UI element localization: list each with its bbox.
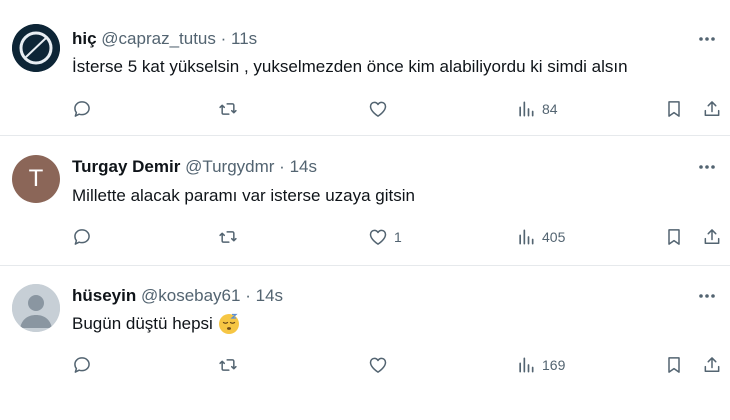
username[interactable]: @capraz_tutus [101, 29, 216, 48]
share-icon [704, 101, 720, 116]
retweet-icon [219, 231, 237, 243]
tweet-header: Turgay Demir @Turgydmr · 14s [72, 157, 317, 177]
tweet-text: Bugün düştü hepsi [72, 314, 213, 333]
reply-button[interactable] [72, 97, 92, 121]
reply-icon [74, 229, 90, 245]
like-button[interactable] [368, 97, 394, 121]
views-button[interactable]: 169 [516, 353, 565, 377]
view-count: 84 [542, 101, 558, 117]
tweet-text: İsterse 5 kat yükselsin , yukselmezden ö… [72, 57, 628, 76]
bookmark-button[interactable] [664, 97, 684, 121]
like-icon [369, 229, 387, 245]
bookmark-icon [668, 357, 680, 373]
avatar[interactable]: T [12, 155, 60, 203]
views-button[interactable]: 405 [516, 225, 565, 249]
views-icon [519, 229, 534, 245]
tweet-actions: 1 405 [72, 225, 722, 249]
separator-dot: · [220, 29, 227, 48]
share-button[interactable] [702, 353, 722, 377]
like-button[interactable]: 1 [368, 225, 402, 249]
timestamp[interactable]: 11s [231, 29, 257, 48]
retweet-icon [219, 359, 237, 371]
separator-dot: · [279, 157, 285, 176]
avatar[interactable] [12, 24, 60, 72]
retweet-button[interactable] [218, 353, 238, 377]
bookmark-button[interactable] [664, 353, 684, 377]
avatar-letter: T [28, 165, 44, 192]
tweet-feed: hiç @capraz_tutus · 11s İsterse 5 kat yü… [0, 0, 730, 420]
reply-icon [74, 357, 90, 373]
more-icon[interactable] [696, 157, 718, 177]
avatar[interactable] [12, 284, 60, 332]
view-count: 405 [542, 229, 566, 245]
separator-dot: · [245, 286, 251, 305]
timestamp[interactable]: 14s [256, 286, 283, 305]
share-button[interactable] [702, 97, 722, 121]
tweet-actions: 84 [72, 97, 722, 121]
views-button[interactable]: 84 [516, 97, 558, 121]
like-count: 1 [394, 229, 402, 245]
bookmark-icon [668, 229, 680, 245]
tweet-actions: 169 [72, 353, 722, 377]
bookmark-icon [668, 101, 680, 117]
retweet-button[interactable] [218, 97, 238, 121]
timestamp[interactable]: 14s [290, 157, 317, 176]
username[interactable]: @Turgydmr [185, 157, 274, 176]
views-icon [519, 101, 534, 117]
retweet-button[interactable] [218, 225, 238, 249]
reply-icon [74, 101, 90, 117]
retweet-icon [219, 103, 237, 115]
display-name[interactable]: hüseyin [72, 286, 136, 305]
like-icon [369, 101, 387, 117]
reply-button[interactable] [72, 353, 92, 377]
bookmark-button[interactable] [664, 225, 684, 249]
tweet-text-row: Bugün düştü hepsi [72, 313, 240, 335]
share-icon [704, 357, 720, 372]
like-button[interactable] [368, 353, 394, 377]
more-icon[interactable] [696, 286, 718, 306]
tweet-header: hüseyin @kosebay61 · 14s [72, 286, 283, 306]
like-icon [369, 357, 387, 373]
tweet-text: Millette alacak paramı var isterse uzaya… [72, 186, 415, 205]
reply-button[interactable] [72, 225, 92, 249]
more-icon[interactable] [696, 29, 718, 49]
views-icon [519, 357, 534, 373]
display-name[interactable]: hiç [72, 29, 97, 48]
tweet-header: hiç @capraz_tutus · 11s [72, 29, 257, 49]
display-name[interactable]: Turgay Demir [72, 157, 180, 176]
share-button[interactable] [702, 225, 722, 249]
sleeping-face-emoji [218, 313, 240, 335]
view-count: 169 [542, 357, 566, 373]
share-icon [704, 229, 720, 244]
username[interactable]: @kosebay61 [141, 286, 241, 305]
